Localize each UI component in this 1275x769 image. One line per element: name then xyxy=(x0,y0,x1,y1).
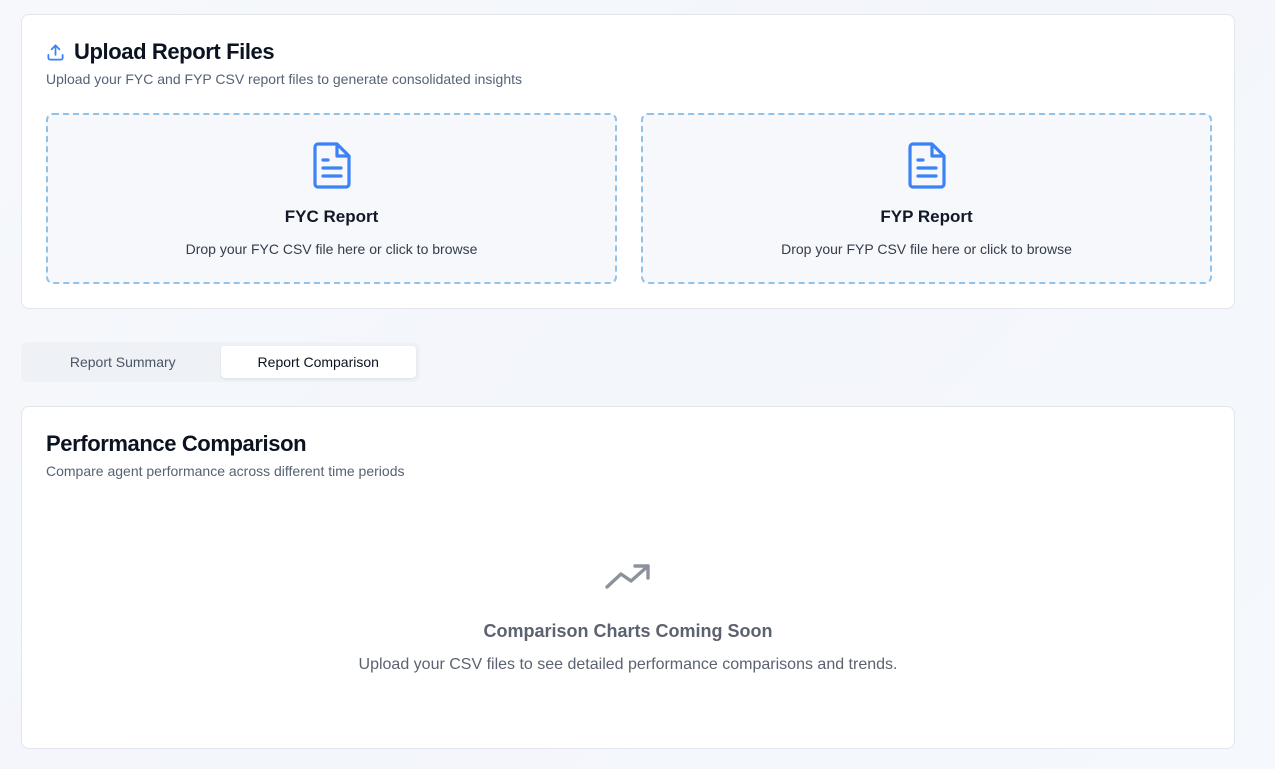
upload-card: Upload Report Files Upload your FYC and … xyxy=(21,14,1235,309)
upload-card-title: Upload Report Files xyxy=(74,39,275,64)
fyc-dropzone-description: Drop your FYC CSV file here or click to … xyxy=(185,241,478,257)
empty-state-title: Comparison Charts Coming Soon xyxy=(483,621,773,641)
trending-up-icon xyxy=(605,563,651,596)
file-text-icon xyxy=(906,141,948,194)
upload-icon xyxy=(46,43,65,62)
comparison-card-header: Performance Comparison xyxy=(46,431,307,457)
fyc-dropzone[interactable]: FYC Report Drop your FYC CSV file here o… xyxy=(46,113,617,284)
fyp-dropzone[interactable]: FYP Report Drop your FYP CSV file here o… xyxy=(641,113,1212,284)
tab-report-summary[interactable]: Report Summary xyxy=(25,346,221,378)
report-tabs: Report Summary Report Comparison xyxy=(21,342,420,382)
fyp-dropzone-description: Drop your FYP CSV file here or click to … xyxy=(781,241,1072,257)
upload-card-header: Upload Report Files xyxy=(46,39,275,65)
empty-state-description: Upload your CSV files to see detailed pe… xyxy=(358,656,898,673)
comparison-card-subtitle: Compare agent performance across differe… xyxy=(46,463,405,479)
upload-card-subtitle: Upload your FYC and FYP CSV report files… xyxy=(46,71,522,87)
comparison-card: Performance Comparison Compare agent per… xyxy=(21,406,1235,749)
file-text-icon xyxy=(311,141,353,194)
comparison-card-title: Performance Comparison xyxy=(46,431,307,456)
fyc-dropzone-title: FYC Report xyxy=(284,207,379,226)
fyp-dropzone-title: FYP Report xyxy=(880,207,973,226)
tab-report-comparison[interactable]: Report Comparison xyxy=(220,346,416,378)
